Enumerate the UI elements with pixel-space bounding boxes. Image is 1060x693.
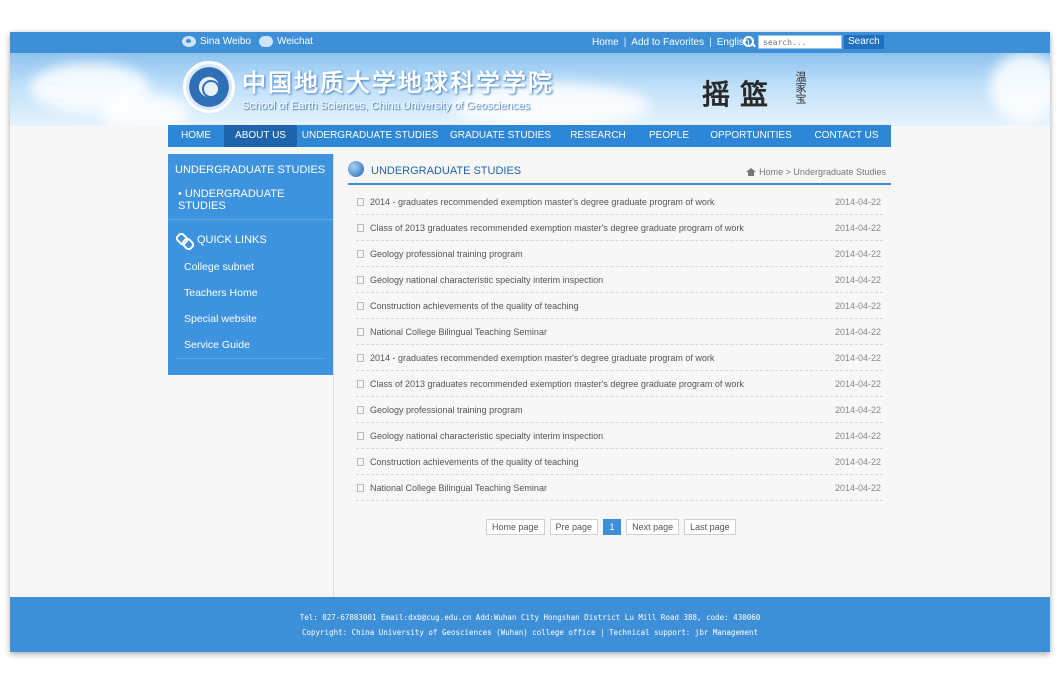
- main-nav: HOME ABOUT US UNDERGRADUATE STUDIES GRAD…: [168, 125, 891, 147]
- document-icon: [357, 405, 364, 414]
- list-item[interactable]: Construction achievements of the quality…: [356, 293, 883, 319]
- document-icon: [357, 301, 364, 310]
- next-page-button[interactable]: Next page: [626, 519, 680, 535]
- separator: |: [623, 37, 627, 48]
- top-links: Home | Add to Favorites | English: [592, 37, 750, 48]
- english-title: School of Earth Sciences, China Universi…: [242, 100, 530, 112]
- list-item[interactable]: Class of 2013 graduates recommended exem…: [356, 215, 883, 241]
- last-page-button[interactable]: Last page: [684, 519, 736, 535]
- weichat-link[interactable]: Weichat: [277, 36, 313, 47]
- wechat-icon[interactable]: [258, 36, 273, 47]
- search-input[interactable]: [758, 35, 842, 49]
- separator: |: [709, 37, 712, 48]
- search-icon: [742, 35, 756, 49]
- nav-research[interactable]: RESEARCH: [558, 125, 638, 147]
- quick-links-title: QUICK LINKS: [197, 234, 267, 246]
- document-icon: [357, 379, 364, 388]
- social-links: Sina Weibo Weichat: [182, 36, 317, 47]
- article-list: 2014 - graduates recommended exemption m…: [356, 189, 883, 501]
- sidebar-item-undergraduate[interactable]: • UNDERGRADUATE STUDIES: [168, 180, 333, 220]
- breadcrumb: Home > Undergraduate Studies: [746, 167, 886, 177]
- divider: [176, 358, 325, 359]
- cloud-decoration: [990, 53, 1050, 123]
- top-bar: Sina Weibo Weichat Home | Add to Favorit…: [10, 32, 1050, 53]
- list-item[interactable]: Geology national characteristic specialt…: [356, 423, 883, 449]
- link-icon: [176, 233, 192, 247]
- first-page-button[interactable]: Home page: [486, 519, 545, 535]
- pagination: Home page Pre page 1 Next page Last page: [486, 519, 736, 535]
- home-link[interactable]: Home: [592, 37, 619, 48]
- calligraphy-signature: 温家宝: [794, 71, 807, 104]
- footer-contact: Tel: 027-67883001 Email:dxb@cug.edu.cn A…: [299, 613, 761, 622]
- list-item[interactable]: 2014 - graduates recommended exemption m…: [356, 345, 883, 371]
- cloud-decoration: [100, 93, 190, 126]
- nav-about-us[interactable]: ABOUT US: [224, 125, 297, 147]
- nav-graduate-studies[interactable]: GRADUATE STUDIES: [443, 125, 558, 147]
- current-page[interactable]: 1: [603, 519, 622, 535]
- home-icon: [746, 168, 757, 176]
- list-item[interactable]: Geology professional training program 201…: [356, 397, 883, 423]
- footer: Tel: 027-67883001 Email:dxb@cug.edu.cn A…: [10, 597, 1050, 652]
- document-icon: [357, 483, 364, 492]
- calligraphy-text: 摇篮: [702, 78, 779, 111]
- sidebar-link-teachers-home[interactable]: Teachers Home: [168, 280, 333, 306]
- document-icon: [357, 223, 364, 232]
- document-icon: [357, 327, 364, 336]
- main-content: UNDERGRADUATE STUDIES Home > Undergradua…: [348, 157, 891, 501]
- breadcrumb-text[interactable]: Home > Undergraduate Studies: [759, 167, 886, 177]
- sidebar: UNDERGRADUATE STUDIES • UNDERGRADUATE ST…: [168, 154, 333, 375]
- sidebar-link-service-guide[interactable]: Service Guide: [168, 332, 333, 358]
- document-icon: [357, 457, 364, 466]
- nav-home[interactable]: HOME: [168, 125, 224, 147]
- document-icon: [357, 275, 364, 284]
- list-item[interactable]: National College Bilingual Teaching Semi…: [356, 319, 883, 345]
- globe-icon: [348, 161, 364, 177]
- column-divider: [333, 154, 334, 597]
- list-item[interactable]: Construction achievements of the quality…: [356, 449, 883, 475]
- document-icon: [357, 431, 364, 440]
- quick-links-header: QUICK LINKS: [168, 220, 333, 254]
- header-banner: 中国地质大学地球科学学院 School of Earth Sciences, C…: [10, 53, 1050, 126]
- nav-opportunities[interactable]: OPPORTUNITIES: [700, 125, 802, 147]
- document-icon: [357, 197, 364, 206]
- chinese-title: 中国地质大学地球科学学院: [242, 68, 554, 97]
- sidebar-link-college-subnet[interactable]: College subnet: [168, 254, 333, 280]
- footer-copyright: Copyright: China University of Geoscienc…: [301, 628, 759, 637]
- sidebar-heading: UNDERGRADUATE STUDIES: [175, 164, 326, 176]
- nav-contact-us[interactable]: CONTACT US: [802, 125, 891, 147]
- list-item[interactable]: National College Bilingual Teaching Semi…: [356, 475, 883, 501]
- list-item[interactable]: 2014 - graduates recommended exemption m…: [356, 189, 883, 215]
- content-title: UNDERGRADUATE STUDIES: [371, 165, 522, 177]
- page-frame: Sina Weibo Weichat Home | Add to Favorit…: [10, 32, 1050, 652]
- list-item[interactable]: Class of 2013 graduates recommended exem…: [356, 371, 883, 397]
- list-item[interactable]: Geology national characteristic specialt…: [356, 267, 883, 293]
- sidebar-link-special-website[interactable]: Special website: [168, 306, 333, 332]
- nav-undergraduate-studies[interactable]: UNDERGRADUATE STUDIES: [297, 125, 443, 147]
- sina-weibo-link[interactable]: Sina Weibo: [200, 36, 251, 47]
- list-item[interactable]: Geology professional training program 201…: [356, 241, 883, 267]
- search-button[interactable]: Search: [844, 35, 884, 49]
- document-icon: [357, 249, 364, 258]
- add-favorites-link[interactable]: Add to Favorites: [631, 37, 704, 48]
- nav-people[interactable]: PEOPLE: [638, 125, 700, 147]
- content-header: UNDERGRADUATE STUDIES Home > Undergradua…: [348, 157, 891, 185]
- university-logo[interactable]: [183, 61, 235, 113]
- document-icon: [357, 353, 364, 362]
- search-box: Search: [742, 35, 884, 49]
- weibo-icon[interactable]: [182, 36, 196, 47]
- prev-page-button[interactable]: Pre page: [549, 519, 599, 535]
